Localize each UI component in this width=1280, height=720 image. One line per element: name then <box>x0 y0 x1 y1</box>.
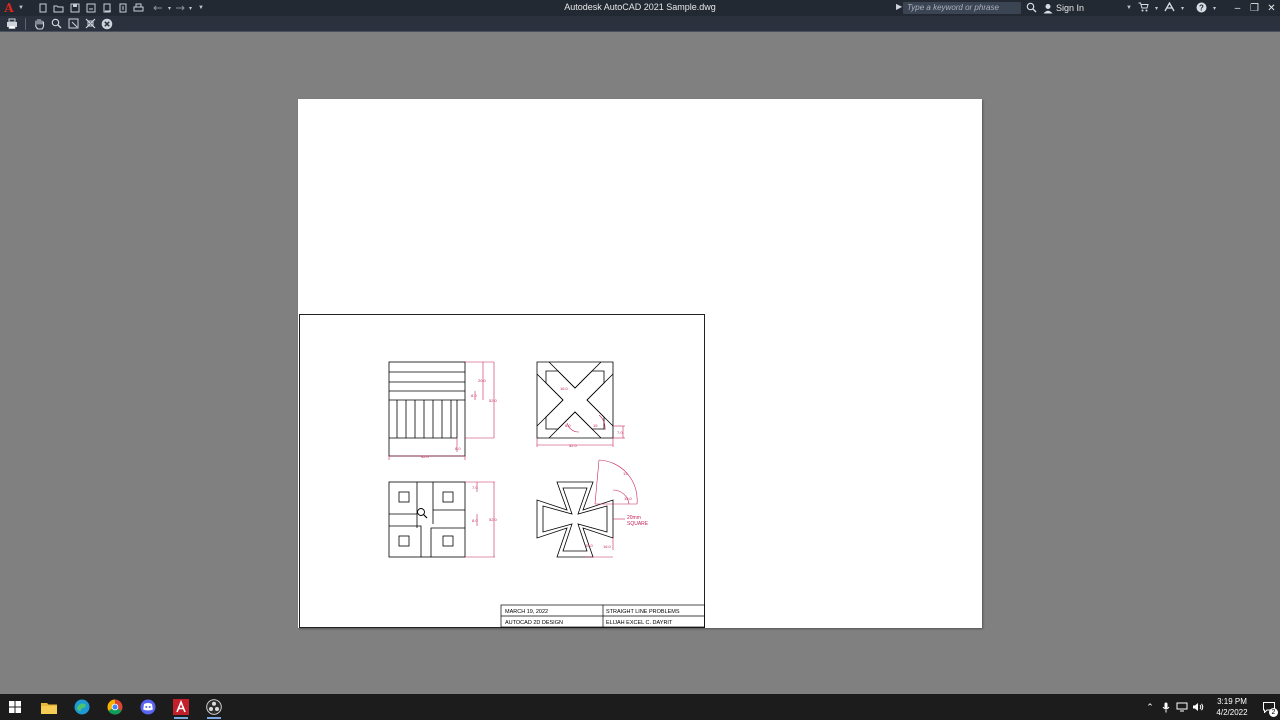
title-block-date: MARCH 19, 2022 <box>505 609 548 615</box>
window-controls: – ❐ ✕ <box>1229 0 1280 16</box>
drawing-canvas: 20.0 8.0 52.0 42.0 8.0 16.0 15 8.0 7.0 5… <box>299 314 705 628</box>
new-file-icon[interactable] <box>36 1 50 15</box>
plot-preview-toolbar <box>0 16 1280 32</box>
dim-label: 13 <box>623 471 628 476</box>
dim-label: 16.0 <box>603 544 612 549</box>
sign-in-button[interactable]: Sign In <box>1043 3 1084 14</box>
help-icon[interactable]: ? <box>1196 2 1207 15</box>
figure-striped-square <box>388 361 466 457</box>
volume-icon[interactable] <box>1190 694 1206 720</box>
search-input[interactable]: Type a keyword or phrase <box>903 2 1021 14</box>
print-icon[interactable] <box>5 17 19 31</box>
sign-in-dropdown-icon[interactable]: ▼ <box>1126 5 1132 11</box>
dim-label: 15 <box>593 423 598 428</box>
dim-label: 52.0 <box>489 517 498 522</box>
undo-icon[interactable] <box>152 1 166 15</box>
autodesk-app-icon[interactable] <box>1164 1 1175 14</box>
redo-icon[interactable] <box>173 1 187 15</box>
cart-dropdown-icon[interactable]: ▾ <box>1155 5 1158 12</box>
notification-count-badge: 2 <box>1269 708 1278 717</box>
dim-label: 16.0 <box>560 386 569 391</box>
search-icon[interactable] <box>1026 2 1037 15</box>
discord-icon[interactable] <box>133 694 163 720</box>
figure-maltese-cross-dimensions <box>585 459 638 558</box>
undo-dropdown-icon[interactable]: ▾ <box>168 5 171 12</box>
autocad-icon[interactable] <box>166 694 196 720</box>
title-block-course: AUTOCAD 2D DESIGN <box>505 620 563 626</box>
chrome-icon[interactable] <box>100 694 130 720</box>
clock-date: 4/2/2022 <box>1216 708 1248 717</box>
help-tools: Sign In ▼ ▾ ▾ ? ▾ <box>1026 0 1216 16</box>
redo-dropdown-icon[interactable]: ▾ <box>189 5 192 12</box>
app-dropdown-icon[interactable]: ▾ <box>1181 5 1184 12</box>
dim-label: 20.0 <box>478 378 487 383</box>
drawing-viewport[interactable]: 20.0 8.0 52.0 42.0 8.0 16.0 15 8.0 7.0 5… <box>299 314 705 628</box>
system-tray: ⌃ 3:19 PM 4/2/2022 2 <box>1142 694 1280 720</box>
close-icon[interactable]: ✕ <box>1263 0 1280 16</box>
figure-x-shape <box>536 361 614 439</box>
application-menu-button[interactable]: A <box>2 1 16 15</box>
title-block-subject: STRAIGHT LINE PROBLEMS <box>606 609 680 615</box>
svg-text:?: ? <box>1199 3 1204 12</box>
web-save-icon[interactable] <box>116 1 130 15</box>
microphone-icon[interactable] <box>1158 694 1174 720</box>
save-icon[interactable] <box>68 1 82 15</box>
chevron-down-icon[interactable]: ▼ <box>18 5 24 11</box>
square-note-line2: SQUARE <box>627 521 649 527</box>
save-as-icon[interactable] <box>84 1 98 15</box>
figure-maltese-cross <box>536 481 614 558</box>
dim-label: 15.0 <box>585 543 594 548</box>
dim-label: 7.0 <box>472 485 478 490</box>
search-expand-icon[interactable]: ▶ <box>896 2 902 11</box>
title-block-author: ELIJAH EXCEL C. DAYRIT <box>606 620 673 626</box>
dim-label: 15.0 <box>624 496 633 501</box>
zoom-cursor-icon <box>417 508 428 519</box>
zoom-window-icon[interactable] <box>66 17 80 31</box>
notifications-icon[interactable]: 2 <box>1258 694 1280 720</box>
close-preview-icon[interactable] <box>100 17 114 31</box>
open-folder-icon[interactable] <box>52 1 66 15</box>
dim-label: 8.0 <box>455 446 461 451</box>
user-icon <box>1043 3 1053 13</box>
cart-icon[interactable] <box>1138 2 1149 14</box>
dim-label: 8.0 <box>565 423 571 428</box>
obs-icon[interactable] <box>199 694 229 720</box>
windows-start-icon[interactable] <box>0 694 30 720</box>
plot-icon[interactable] <box>132 1 146 15</box>
figure-striped-square-dimensions <box>388 361 495 460</box>
pan-icon[interactable] <box>32 17 46 31</box>
viewport-border <box>299 314 705 628</box>
figure-maze-pattern <box>388 481 466 558</box>
toolbar-divider <box>25 17 26 30</box>
zoom-original-icon[interactable] <box>83 17 97 31</box>
dim-label: 52.0 <box>569 443 578 448</box>
quick-access-toolbar: A ▼ ▾ ▾ ▼ <box>0 0 204 16</box>
dim-label: 8.0 <box>472 518 478 523</box>
windows-taskbar: ⌃ 3:19 PM 4/2/2022 2 <box>0 694 1280 720</box>
customize-qa-icon[interactable]: ▼ <box>198 5 204 11</box>
help-dropdown-icon[interactable]: ▾ <box>1213 5 1216 12</box>
figure-x-shape-dimensions <box>536 414 625 447</box>
dim-label: 52.0 <box>489 398 498 403</box>
autocad-logo-icon: A <box>4 1 14 15</box>
zoom-icon[interactable] <box>49 17 63 31</box>
web-open-icon[interactable] <box>100 1 114 15</box>
file-explorer-icon[interactable] <box>34 694 64 720</box>
dim-label: 8.0 <box>471 393 477 398</box>
minimize-icon[interactable]: – <box>1229 0 1246 16</box>
sign-in-label: Sign In <box>1056 3 1085 13</box>
title-bar: A ▼ ▾ ▾ ▼ Autodesk AutoCAD 2021 Sample.d… <box>0 0 1280 16</box>
restore-icon[interactable]: ❐ <box>1246 0 1263 16</box>
clock-time: 3:19 PM <box>1217 697 1247 706</box>
chevron-up-icon[interactable]: ⌃ <box>1142 694 1158 720</box>
dim-label: 42.0 <box>421 454 430 459</box>
edge-icon[interactable] <box>67 694 97 720</box>
network-icon[interactable] <box>1174 694 1190 720</box>
autocad-plot-preview-window: A ▼ ▾ ▾ ▼ Autodesk AutoCAD 2021 Sample.d… <box>0 0 1280 720</box>
system-clock[interactable]: 3:19 PM 4/2/2022 <box>1210 696 1254 718</box>
dim-label: 7.0 <box>617 430 623 435</box>
